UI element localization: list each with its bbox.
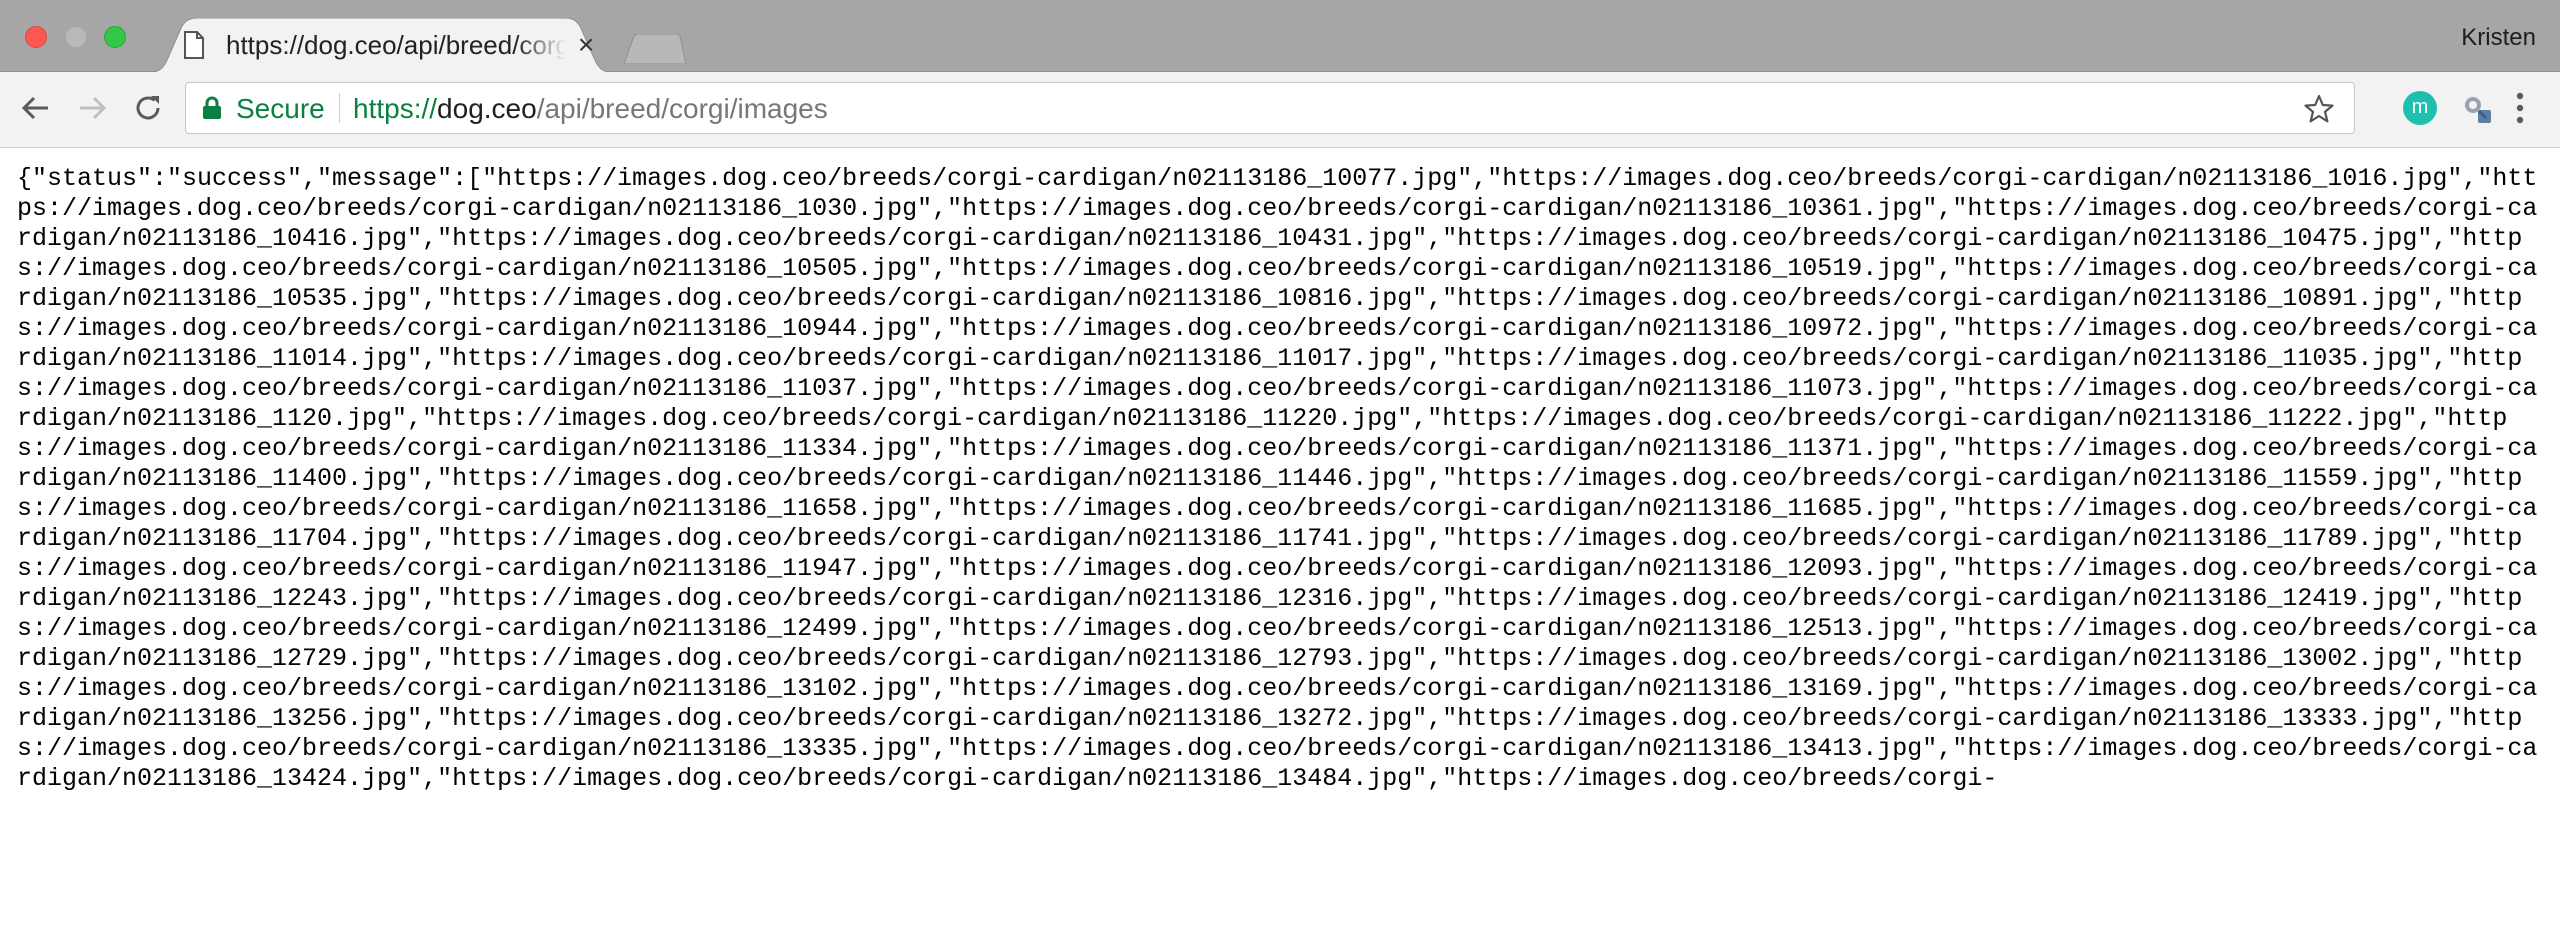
url-host: dog.ceo bbox=[437, 93, 537, 124]
profile-name[interactable]: Kristen bbox=[2461, 24, 2536, 52]
url-path: /api/breed/corgi/images bbox=[536, 93, 828, 124]
url-text[interactable]: https://dog.ceo/api/breed/corgi/images bbox=[353, 93, 828, 125]
json-line: {"status":"success","message":["https://… bbox=[17, 164, 2043, 193]
address-bar[interactable]: Secure https://dog.ceo/api/breed/corgi/i… bbox=[185, 82, 2355, 134]
json-line: cardigan/n02113186_10505.jpg","https://i… bbox=[497, 254, 2508, 283]
reload-button[interactable] bbox=[128, 88, 168, 128]
tab-strip: https://dog.ceo/api/breed/corgi/images ×… bbox=[0, 0, 2560, 73]
omnibox-divider bbox=[339, 93, 340, 123]
window-minimize-button[interactable] bbox=[65, 26, 87, 48]
json-line: cardigan/n02113186_13335.jpg","https://i… bbox=[497, 734, 2508, 763]
extension-m-icon[interactable]: m bbox=[2403, 91, 2437, 125]
json-line: cardigan/n02113186_11037.jpg","https://i… bbox=[497, 374, 2508, 403]
lock-icon bbox=[203, 96, 221, 119]
extension-puzzle-icon[interactable] bbox=[2460, 92, 2494, 126]
bookmark-star-icon[interactable] bbox=[2304, 94, 2334, 124]
url-scheme: https:// bbox=[353, 93, 438, 124]
secure-label[interactable]: Secure bbox=[236, 93, 325, 125]
tab-close-icon[interactable]: × bbox=[572, 31, 600, 59]
forward-button[interactable] bbox=[72, 88, 112, 128]
tab-title: https://dog.ceo/api/breed/corgi/images bbox=[226, 29, 566, 60]
reload-icon bbox=[136, 96, 160, 120]
window-maximize-button[interactable] bbox=[104, 26, 126, 48]
forward-arrow-icon bbox=[80, 96, 107, 120]
json-response-text: {"status":"success","message":["https://… bbox=[17, 164, 2547, 794]
json-line: cardigan/n02113186_12499.jpg","https://i… bbox=[497, 614, 2508, 643]
json-line: cardigan/n02113186_11658.jpg","https://i… bbox=[497, 494, 2508, 523]
menu-dots-icon[interactable] bbox=[2514, 90, 2526, 126]
page-icon bbox=[182, 31, 206, 59]
back-button[interactable] bbox=[16, 88, 56, 128]
page-content: {"status":"success","message":["https://… bbox=[17, 164, 2547, 946]
new-tab-button[interactable] bbox=[620, 34, 690, 64]
tab-active[interactable]: https://dog.ceo/api/breed/corgi/images × bbox=[172, 18, 606, 72]
browser-toolbar: Secure https://dog.ceo/api/breed/corgi/i… bbox=[0, 72, 2560, 148]
back-arrow-icon bbox=[21, 96, 48, 120]
window-close-button[interactable] bbox=[25, 26, 47, 48]
